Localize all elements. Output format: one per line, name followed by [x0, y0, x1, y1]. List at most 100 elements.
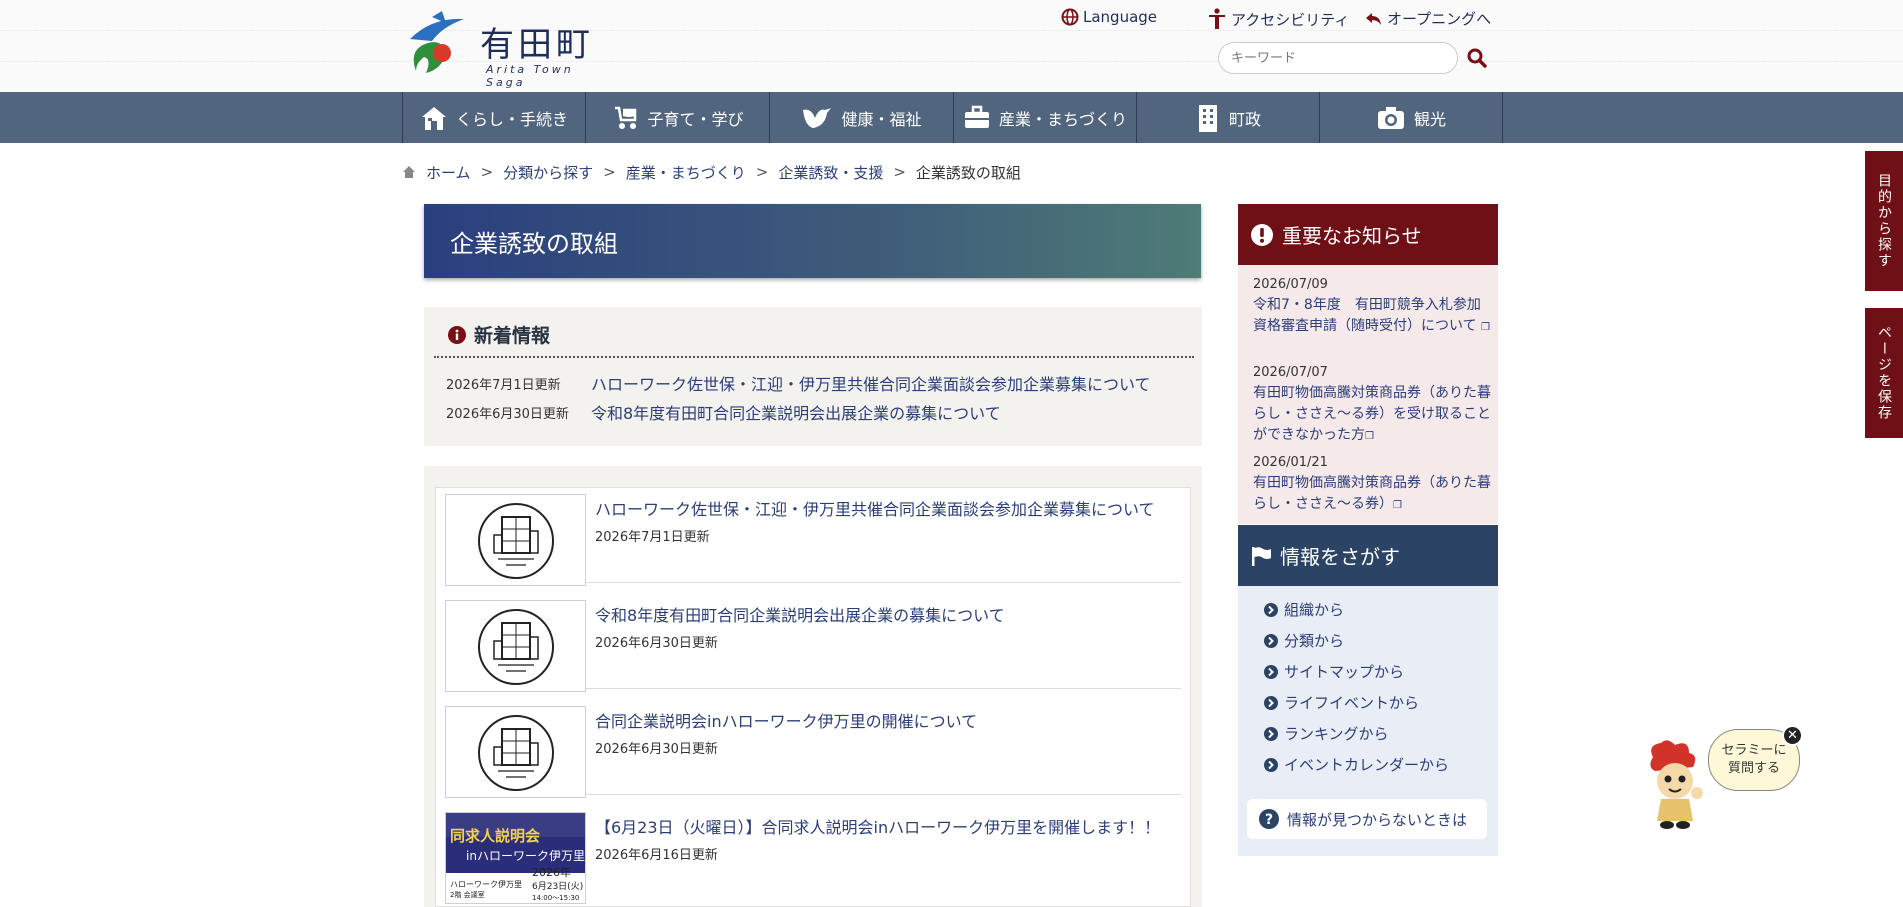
article-thumbnail[interactable]: 同求人説明会 inハローワーク伊万里 2026年 6月23日(火) ハローワーク…: [445, 812, 586, 904]
gnav-label: 観光: [1413, 109, 1446, 129]
chatbot-mascot-icon: [1650, 740, 1703, 829]
flag-icon: [1252, 546, 1271, 566]
breadcrumb-item[interactable]: 企業誘致・支援: [778, 162, 883, 183]
find-help-button[interactable]: ? 情報が見つからないときは: [1247, 799, 1487, 839]
chatbot-line2: 質問する: [1727, 761, 1780, 776]
breadcrumb-home[interactable]: ホーム: [426, 162, 471, 183]
find-item-sitemap[interactable]: サイトマップから: [1264, 661, 1404, 682]
home-icon: [403, 166, 415, 178]
external-link-icon: ❐: [1365, 431, 1374, 442]
chevron-circle-icon: [1264, 602, 1278, 617]
chatbot-close-button[interactable]: ✕: [1782, 725, 1803, 746]
news-date: 2026年6月30日更新: [446, 406, 569, 422]
article-date: 2026年6月30日更新: [595, 636, 718, 651]
news-date: 2026年7月1日更新: [446, 377, 561, 393]
news-item: 2026年7月1日更新 ハローワーク佐世保・江迎・伊万里共催合同企業面談会参加企…: [446, 371, 1151, 395]
breadcrumb-separator: >: [755, 163, 769, 181]
gnav-item-tourism[interactable]: 観光: [1319, 92, 1503, 143]
close-icon: ✕: [1787, 728, 1798, 743]
article-card: 合同企業説明会inハローワーク伊万里の開催について 2026年6月30日更新: [445, 700, 1181, 798]
news-link[interactable]: 令和8年度有田町合同企業説明会出展企業の募集について: [591, 400, 1001, 424]
external-link-icon: ❐: [1481, 322, 1491, 333]
briefcase-icon: [964, 105, 989, 128]
camera-icon: [1377, 106, 1404, 129]
breadcrumb-separator: >: [893, 163, 906, 181]
logo-subtitle: Arita Town Saga: [486, 63, 574, 89]
article-title[interactable]: 令和8年度有田町合同企業説明会出展企業の募集について: [595, 602, 1005, 626]
search-icon: [1467, 48, 1487, 68]
find-item-label: イベントカレンダーから: [1284, 756, 1450, 774]
language-link[interactable]: Language: [1061, 8, 1157, 26]
news-link[interactable]: ハローワーク佐世保・江迎・伊万里共催合同企業面談会参加企業募集について: [591, 371, 1151, 395]
language-label: Language: [1083, 8, 1158, 26]
chevron-circle-icon: [1264, 757, 1278, 772]
gnav-item-health[interactable]: 健康・福祉: [769, 92, 953, 143]
hello-work-logo-image: [478, 503, 554, 579]
find-heading: 情報をさがす: [1238, 525, 1498, 586]
job-fair-flyer-image: 同求人説明会 inハローワーク伊万里 2026年 6月23日(火) ハローワーク…: [446, 813, 585, 902]
search-button[interactable]: [1463, 44, 1491, 72]
find-heading-label: 情報をさがす: [1280, 545, 1400, 569]
flyer-day: 6月23日(火): [532, 881, 583, 892]
find-item-life-event[interactable]: ライフイベントから: [1264, 692, 1419, 713]
notice-title: 令和7・8年度 有田町競争入札参加資格審査申請（随時受付）について: [1253, 297, 1481, 334]
breadcrumb: ホーム > 分類から探す > 産業・まちづくり > 企業誘致・支援 > 企業誘致…: [402, 162, 1021, 182]
breadcrumb-separator: >: [603, 163, 616, 181]
find-item-event-calendar[interactable]: イベントカレンダーから: [1264, 754, 1449, 775]
flyer-line2: inハローワーク伊万里: [466, 849, 585, 863]
hello-work-logo-image: [478, 609, 554, 685]
notice-date: 2026/07/09: [1253, 277, 1328, 292]
notice-link[interactable]: 令和7・8年度 有田町競争入札参加資格審査申請（随時受付）について ❐: [1253, 295, 1493, 338]
logo-name: 有田町: [480, 25, 594, 65]
gnav-item-government[interactable]: 町政: [1136, 92, 1319, 143]
gnav-label: 子育て・学び: [647, 109, 744, 129]
find-item-organization[interactable]: 組織から: [1264, 599, 1344, 620]
find-item-ranking[interactable]: ランキングから: [1264, 723, 1389, 744]
gnav-item-living[interactable]: くらし・手続き: [402, 92, 585, 143]
article-list-section: ハローワーク佐世保・江迎・伊万里共催合同企業面談会参加企業募集について 2026…: [424, 466, 1202, 907]
notice-date: 2026/07/07: [1253, 365, 1328, 380]
find-by-purpose-tab[interactable]: 目的から探す: [1865, 151, 1903, 291]
save-page-tab[interactable]: ページを保存: [1865, 308, 1903, 438]
hello-work-logo-image: [478, 715, 554, 791]
article-thumbnail[interactable]: [445, 706, 586, 798]
question-icon: ?: [1259, 809, 1279, 829]
flyer-line1: 同求人説明会: [450, 827, 540, 845]
breadcrumb-item[interactable]: 分類から探す: [503, 162, 593, 183]
search-input[interactable]: [1218, 42, 1458, 74]
chatbot-widget[interactable]: セラミーに質問する ✕: [1645, 725, 1815, 835]
accessibility-label: アクセシビリティ: [1231, 10, 1350, 29]
notice-title: 有田町物価高騰対策商品券（ありた暮らし・ささえ〜る券）: [1253, 475, 1491, 512]
house-icon: [421, 106, 446, 130]
site-header: 有田町 Arita Town Saga Language アクセシビリティ オー…: [0, 0, 1903, 92]
article-title[interactable]: 【6月23日（火曜日）】合同求人説明会inハローワーク伊万里を開催します！！: [595, 814, 1160, 838]
article-title[interactable]: 合同企業説明会inハローワーク伊万里の開催について: [595, 708, 977, 732]
page-title-box: 企業誘致の取組: [424, 204, 1201, 278]
flyer-year: 2026年: [532, 865, 571, 879]
chatbot-line1: セラミーに: [1721, 743, 1787, 758]
article-thumbnail[interactable]: [445, 494, 586, 586]
gnav-label: 町政: [1228, 109, 1261, 129]
gnav-item-industry[interactable]: 産業・まちづくり: [953, 92, 1136, 143]
accessibility-link[interactable]: アクセシビリティ: [1207, 8, 1349, 30]
notice-link[interactable]: 有田町物価高騰対策商品券（ありた暮らし・ささえ〜る券）を受け取ることができなかっ…: [1253, 383, 1493, 447]
global-nav: くらし・手続き 子育て・学び 健康・福祉 産業・まちづくり 町政 観光: [0, 92, 1903, 143]
arita-logo-mark: [410, 11, 464, 73]
find-info-panel: 情報をさがす 組織から 分類から サイトマップから ライフイベントから ランキン…: [1238, 525, 1498, 856]
opening-label: オープニングへ: [1387, 10, 1492, 28]
notice-heading-label: 重要なお知らせ: [1282, 224, 1422, 248]
find-item-category[interactable]: 分類から: [1264, 630, 1344, 651]
find-item-label: ライフイベントから: [1284, 694, 1420, 712]
gnav-item-childcare[interactable]: 子育て・学び: [585, 92, 769, 143]
external-link-icon: ❐: [1393, 500, 1402, 511]
article-title[interactable]: ハローワーク佐世保・江迎・伊万里共催合同企業面談会参加企業募集について: [595, 496, 1155, 520]
site-logo[interactable]: 有田町 Arita Town Saga: [402, 9, 612, 89]
find-item-label: 分類から: [1284, 632, 1345, 650]
opening-link[interactable]: オープニングへ: [1365, 8, 1491, 29]
bird-icon: [803, 107, 832, 128]
article-thumbnail[interactable]: [445, 600, 586, 692]
breadcrumb-item[interactable]: 産業・まちづくり: [626, 162, 746, 183]
news-heading: 新着情報: [448, 321, 550, 348]
notice-link[interactable]: 有田町物価高騰対策商品券（ありた暮らし・ささえ〜る券）❐: [1253, 473, 1493, 516]
flyer-place: ハローワーク伊万里: [450, 879, 522, 889]
